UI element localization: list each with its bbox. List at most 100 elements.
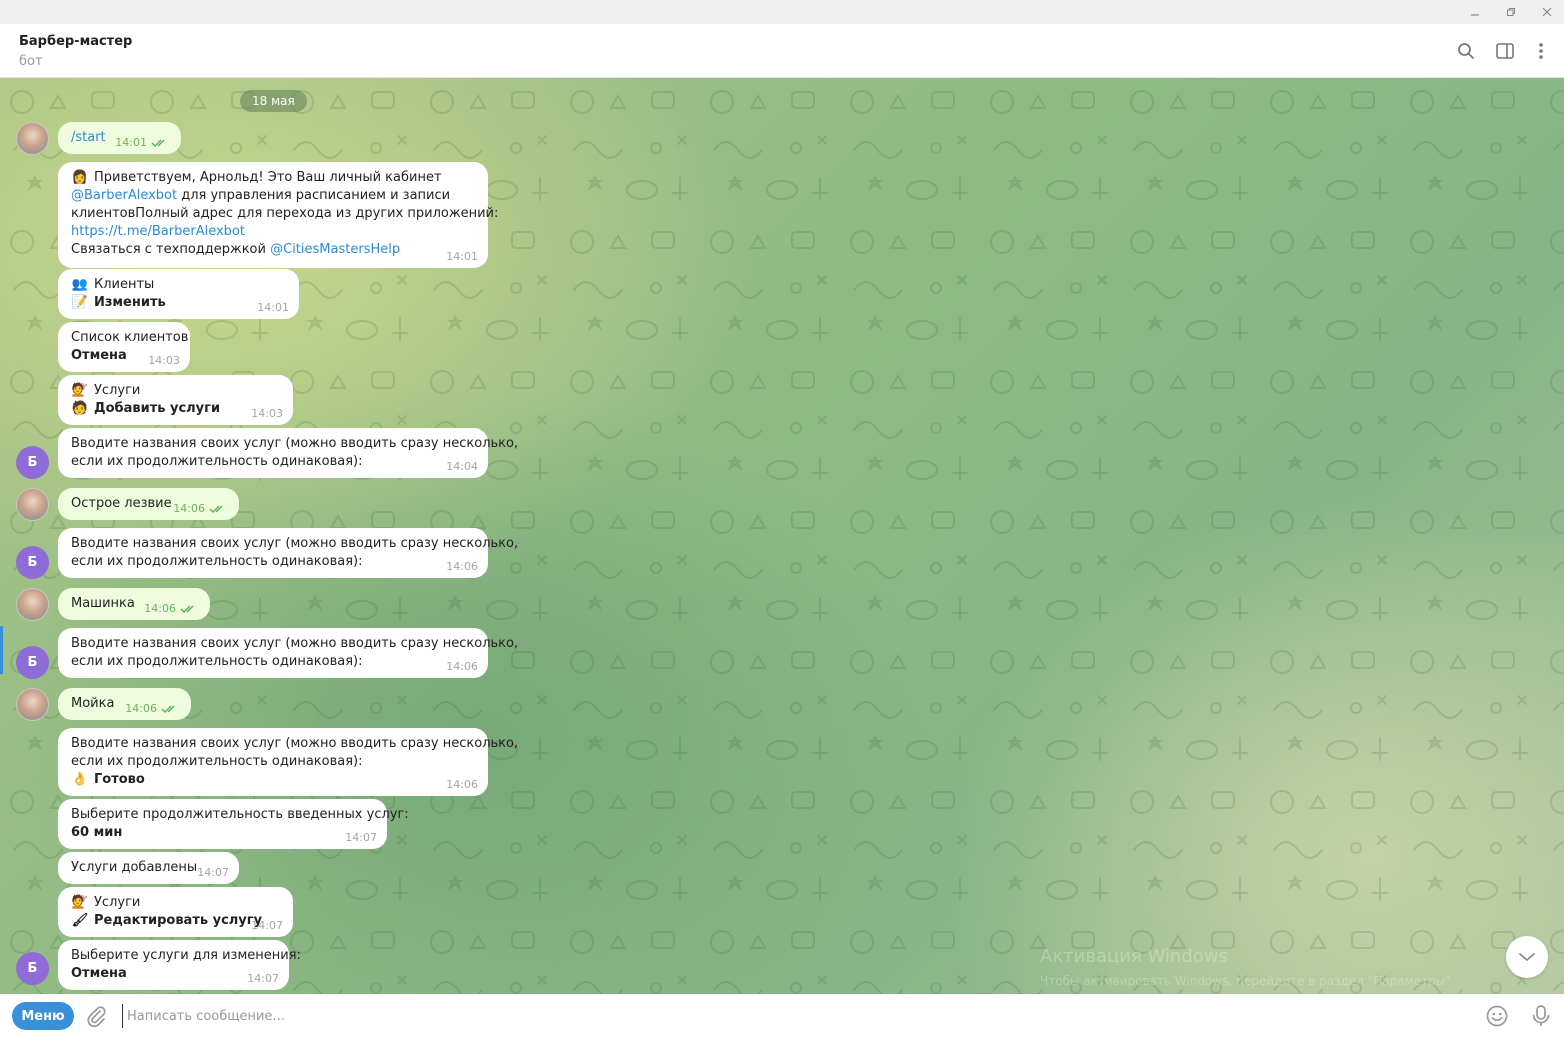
- message-text: если их продолжительность одинаковая):: [71, 454, 363, 469]
- outgoing-message[interactable]: Острое лезвие 14:06: [58, 488, 239, 520]
- message-text: Отмена: [71, 966, 127, 981]
- message-time: 14:07: [197, 866, 229, 879]
- outgoing-message[interactable]: /start 14:01: [58, 122, 181, 154]
- outgoing-message[interactable]: Мойка 14:06: [58, 688, 191, 720]
- bot-message[interactable]: 👩 Приветствуем, Арнольд! Это Ваш личный к…: [58, 162, 498, 268]
- message-input[interactable]: [122, 1004, 1442, 1028]
- bot-message[interactable]: Вводите названия своих услуг (можно ввод…: [58, 728, 518, 796]
- message-text: Выберите услуги для изменения:: [71, 948, 301, 963]
- chat-header: Барбер-мастер бот: [0, 24, 1564, 78]
- message-text: Вводите названия своих услуг (можно ввод…: [71, 436, 519, 451]
- message-text: Связаться с техподдержкой: [71, 242, 271, 257]
- search-icon[interactable]: [1451, 36, 1481, 66]
- memo-emoji-icon: 📝: [71, 295, 89, 310]
- message-time: 14:06: [173, 502, 205, 515]
- message-text: если их продолжительность одинаковая):: [71, 754, 363, 769]
- activation-watermark-title: Активация Windows: [1040, 946, 1228, 967]
- message-text: Вводите названия своих услуг (можно ввод…: [71, 536, 519, 551]
- message-time: 14:03: [251, 407, 283, 420]
- double-check-icon: [209, 505, 223, 513]
- bot-avatar[interactable]: Б: [16, 952, 49, 985]
- message-time: 14:07: [345, 831, 377, 844]
- message-text: Список клиентов: [71, 330, 189, 345]
- message-text: Изменить: [94, 295, 166, 310]
- bot-message[interactable]: 💇 Услуги 🧑 Добавить услуги 14:03: [58, 375, 293, 425]
- bot-message[interactable]: 👥 Клиенты 📝 Изменить 14:01: [58, 269, 299, 319]
- bot-message[interactable]: 💇 Услуги 🖌 Редактировать услугу 14:07: [58, 887, 293, 937]
- bot-message[interactable]: Выберите услуги для изменения: Отмена 14…: [58, 940, 301, 990]
- activation-watermark-body: Чтобы активировать Windows, перейдите в …: [1040, 974, 1455, 988]
- message-text: клиентовПолный адрес для перехода из дру…: [71, 206, 499, 221]
- message-text: если их продолжительность одинаковая):: [71, 554, 363, 569]
- message-text: Услуги: [94, 383, 141, 398]
- people-emoji-icon: 👥: [71, 277, 89, 292]
- more-options-icon[interactable]: [1526, 36, 1556, 66]
- outgoing-message[interactable]: Машинка 14:06: [58, 588, 210, 620]
- bot-message[interactable]: Вводите названия своих услуг (можно ввод…: [58, 628, 518, 678]
- user-avatar[interactable]: [16, 588, 49, 621]
- message-text: Услуги: [94, 895, 141, 910]
- message-time: 14:06: [446, 560, 478, 573]
- message-time: 14:04: [446, 460, 478, 473]
- bot-message[interactable]: Вводите названия своих услуг (можно ввод…: [58, 428, 518, 478]
- restore-icon[interactable]: [1494, 0, 1528, 24]
- message-text: для управления расписанием и записи: [177, 188, 451, 203]
- message-time: 14:06: [446, 778, 478, 791]
- unread-marker: [0, 626, 3, 674]
- command-link[interactable]: /start: [71, 129, 106, 147]
- bot-message[interactable]: Вводите названия своих услуг (можно ввод…: [58, 528, 518, 578]
- close-window-icon[interactable]: [1530, 0, 1564, 24]
- chat-title[interactable]: Барбер-мастер: [19, 34, 132, 49]
- microphone-icon[interactable]: [1530, 1004, 1552, 1032]
- message-text: Услуги добавлены: [71, 860, 198, 875]
- emoji-icon[interactable]: [1485, 1004, 1509, 1032]
- message-text: Вводите названия своих услуг (можно ввод…: [71, 736, 519, 751]
- message-text: Клиенты: [94, 277, 155, 292]
- person-emoji-icon: 🧑: [71, 401, 89, 416]
- woman-emoji-icon: 👩: [71, 170, 89, 185]
- bot-message[interactable]: Список клиентов Отмена 14:03: [58, 322, 190, 372]
- message-text: Вводите названия своих услуг (можно ввод…: [71, 636, 519, 651]
- bot-menu-button[interactable]: Меню: [12, 1002, 74, 1030]
- attach-icon[interactable]: [84, 1004, 108, 1032]
- message-time: 14:03: [148, 354, 180, 367]
- message-text: Добавить услуги: [94, 401, 221, 416]
- bot-avatar[interactable]: Б: [16, 646, 49, 679]
- message-text: 60 мин: [71, 825, 123, 840]
- message-time: 14:07: [247, 972, 279, 985]
- message-text: Выберите продолжительность введенных усл…: [71, 807, 409, 822]
- message-time: 14:06: [446, 660, 478, 673]
- date-separator: 18 мая: [240, 90, 307, 112]
- message-text: Редактировать услугу: [94, 913, 263, 928]
- bot-avatar[interactable]: Б: [16, 446, 49, 479]
- minimize-icon[interactable]: [1458, 0, 1492, 24]
- message-text: Острое лезвие: [71, 496, 172, 511]
- double-check-icon: [180, 605, 194, 613]
- message-composer: Меню: [0, 994, 1564, 1038]
- haircut-emoji-icon: 💇: [71, 895, 89, 910]
- chat-subtitle: бот: [19, 54, 43, 69]
- paintbrush-emoji-icon: 🖌: [71, 913, 89, 928]
- sidebar-toggle-icon[interactable]: [1490, 36, 1520, 66]
- message-text: Готово: [94, 772, 145, 787]
- support-link[interactable]: @CitiesMastersHelp: [270, 242, 400, 257]
- chat-history[interactable]: 18 мая Б Б Б Б /start 14:01 👩 Приветствуе…: [0, 78, 1564, 994]
- message-text: если их продолжительность одинаковая):: [71, 654, 363, 669]
- bot-message[interactable]: Выберите продолжительность введенных усл…: [58, 799, 409, 849]
- user-avatar[interactable]: [16, 688, 49, 721]
- bot-message[interactable]: Услуги добавлены 14:07: [58, 852, 239, 884]
- user-avatar[interactable]: [16, 488, 49, 521]
- message-time: 14:01: [257, 301, 289, 314]
- message-text: Машинка: [71, 596, 135, 611]
- user-avatar[interactable]: [16, 122, 49, 155]
- message-time: 14:06: [144, 602, 176, 615]
- bot-url-link[interactable]: https://t.me/BarberAlexbot: [71, 223, 245, 241]
- bot-avatar[interactable]: Б: [16, 546, 49, 579]
- bot-username-link[interactable]: @BarberAlexbot: [71, 188, 177, 203]
- message-text: Мойка: [71, 696, 115, 711]
- message-time: 14:01: [115, 136, 147, 149]
- scroll-to-bottom-button[interactable]: [1506, 936, 1548, 978]
- message-text: Приветствуем, Арнольд! Это Ваш личный ка…: [94, 170, 442, 185]
- double-check-icon: [151, 139, 165, 147]
- window-titlebar: [0, 0, 1564, 24]
